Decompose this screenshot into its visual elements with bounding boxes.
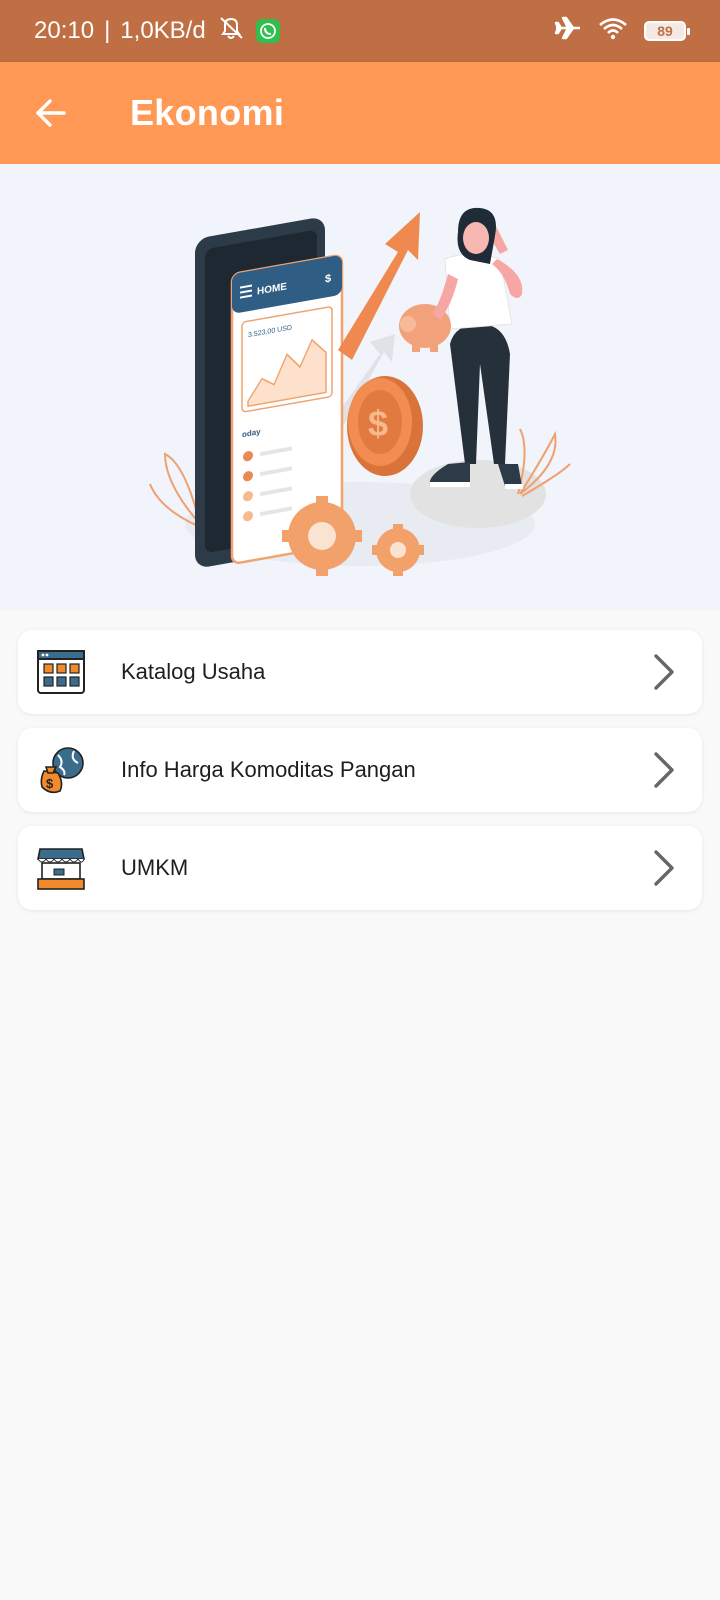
chevron-right-icon [654, 752, 674, 788]
catalog-grid-icon [37, 650, 85, 694]
menu-item-katalog-usaha[interactable]: Katalog Usaha [18, 630, 702, 714]
wifi-icon [598, 16, 628, 47]
mute-notification-icon [216, 15, 246, 48]
svg-text:$: $ [46, 776, 54, 791]
menu-item-info-harga-komoditas-pangan[interactable]: $ Info Harga Komoditas Pangan [18, 728, 702, 812]
menu-list: Katalog Usaha $ Info Harga Komoditas Pan… [18, 630, 702, 924]
battery-icon: 89 [644, 21, 690, 41]
menu-item-label: UMKM [121, 855, 189, 880]
status-time: 20:10 [34, 17, 95, 44]
phone-currency-icon: $ [325, 273, 331, 286]
status-bar: 20:10 | 1,0KB/d 89 [0, 0, 720, 62]
arrow-left-icon [36, 99, 66, 127]
battery-level: 89 [657, 23, 673, 39]
back-button[interactable] [34, 96, 68, 130]
finance-growth-illustration: HOME $ 3.523,00 USD oday $ [149, 207, 571, 576]
app-bar: Ekonomi [0, 62, 720, 164]
status-separator: | [104, 17, 111, 44]
network-speed: 1,0KB/d [120, 17, 206, 44]
hero-banner: HOME $ 3.523,00 USD oday $ [0, 164, 720, 610]
page-title: Ekonomi [130, 92, 285, 133]
whatsapp-icon [255, 19, 280, 43]
svg-text:$: $ [368, 403, 388, 444]
money-globe-icon: $ [40, 747, 84, 794]
menu-item-label: Katalog Usaha [121, 659, 266, 684]
airplane-mode-icon [554, 15, 582, 48]
menu-item-umkm[interactable]: UMKM [18, 826, 702, 910]
market-stall-icon [37, 848, 85, 890]
chevron-right-icon [654, 850, 674, 886]
menu-item-label: Info Harga Komoditas Pangan [121, 757, 416, 782]
chevron-right-icon [654, 654, 674, 690]
